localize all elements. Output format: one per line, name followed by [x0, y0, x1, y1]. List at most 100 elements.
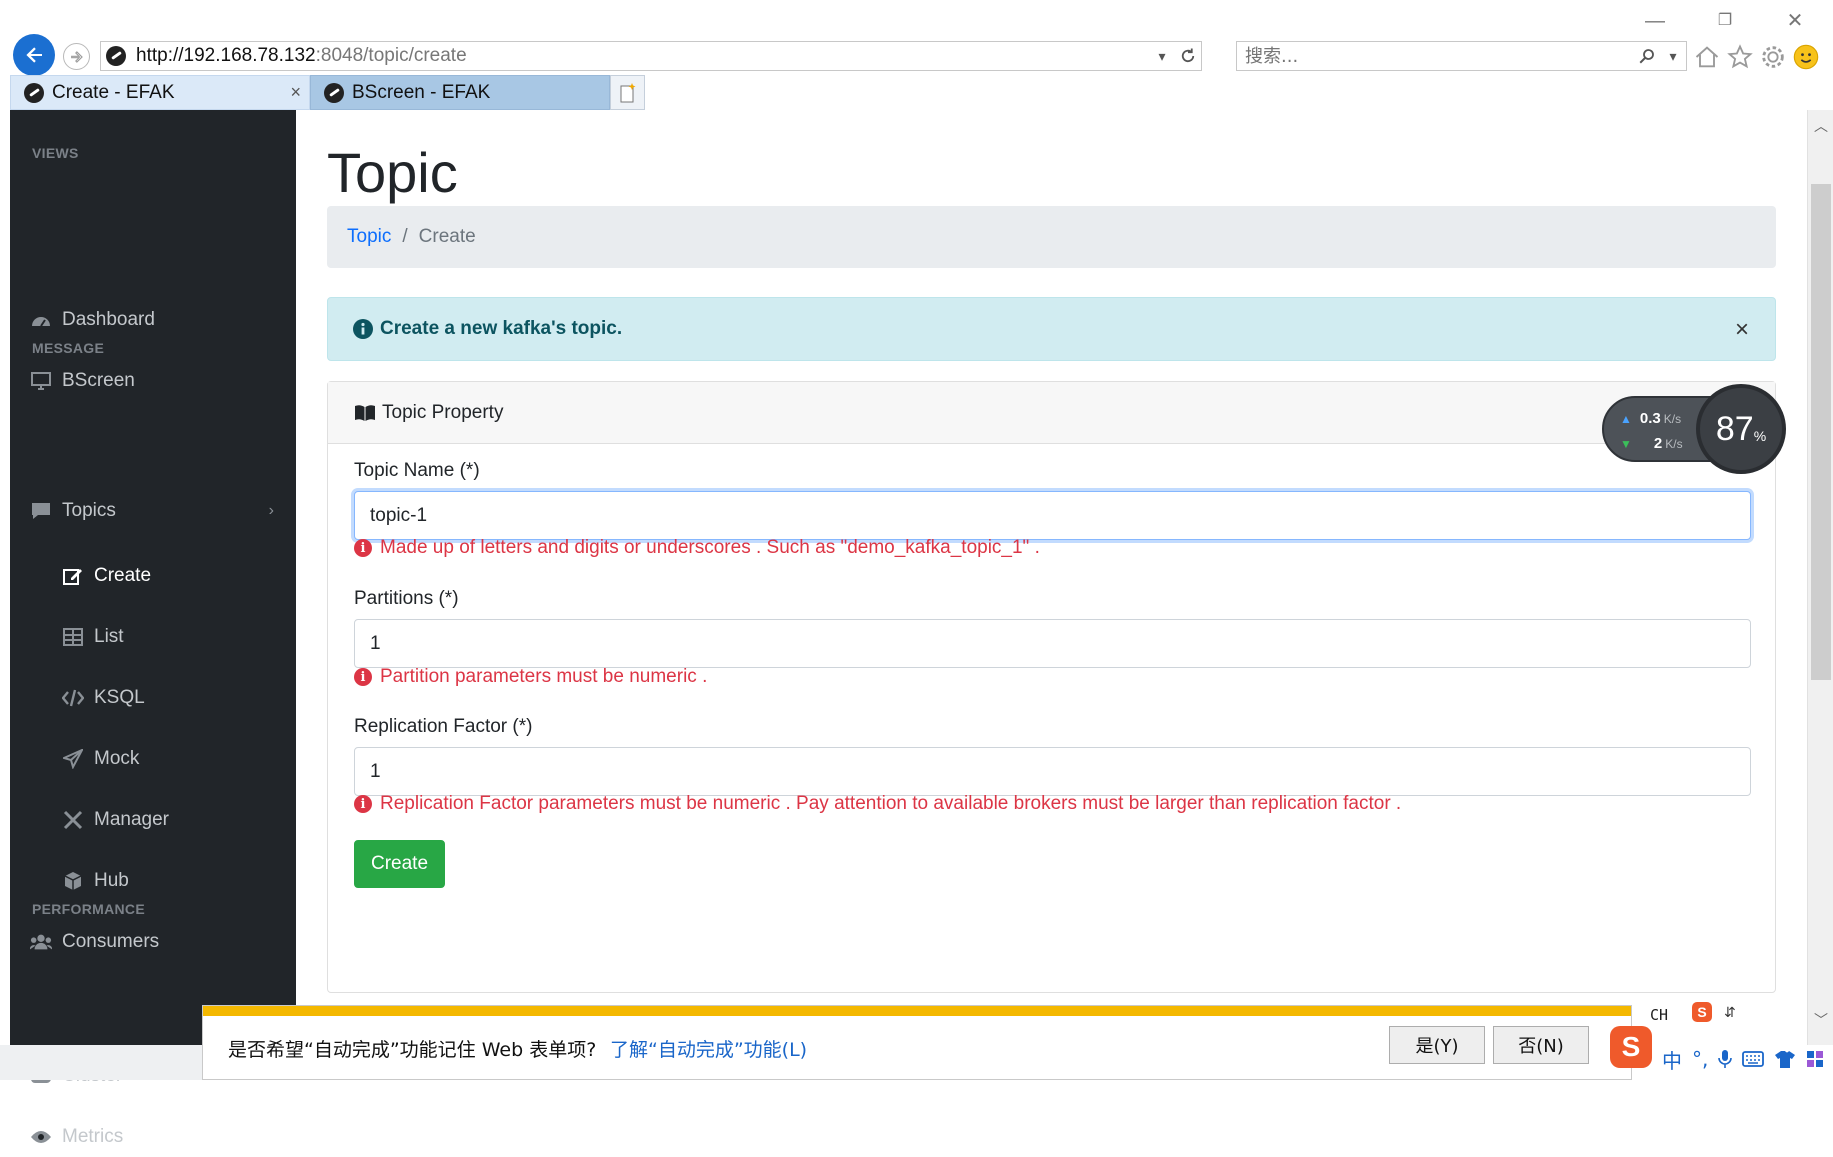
sidebar-item-create[interactable]: Create — [62, 556, 296, 596]
scroll-up-icon[interactable]: ︿ — [1814, 116, 1828, 136]
sidebar-item-label: Mock — [94, 748, 140, 769]
error-text: Replication Factor parameters must be nu… — [380, 793, 1402, 814]
home-icon[interactable] — [1693, 43, 1721, 71]
ime-tray: 中 °, — [1632, 1038, 1833, 1080]
network-speed-widget[interactable]: ▲ 0.3 K/s ▼ 2 K/s 87% — [1602, 384, 1786, 478]
url-text[interactable]: http://192.168.78.132:8048/topic/create — [136, 45, 1149, 67]
keyboard-icon[interactable] — [1742, 1051, 1765, 1067]
ime-toolbar[interactable]: CH S ⇵ S 中 °, — [1610, 998, 1833, 1080]
search-box[interactable]: ▾ — [1236, 41, 1687, 71]
chevron-right-icon: › — [268, 502, 274, 519]
sidebar-item-bscreen[interactable]: BScreen — [30, 361, 296, 401]
notification-learn-more-link[interactable]: 了解“自动完成”功能(L) — [610, 1035, 807, 1062]
sidebar-item-metrics[interactable]: Metrics — [30, 1117, 296, 1157]
yes-button[interactable]: 是(Y) — [1389, 1026, 1485, 1064]
site-favicon-icon — [106, 46, 126, 66]
tab-create-efak[interactable]: Create - EFAK × — [10, 75, 310, 110]
sidebar-item-mock[interactable]: Mock — [62, 739, 296, 779]
breadcrumb: Topic / Create — [327, 206, 1776, 268]
no-button[interactable]: 否(N) — [1493, 1026, 1589, 1064]
search-dropdown-icon[interactable]: ▾ — [1660, 43, 1686, 69]
new-tab-icon — [620, 82, 635, 102]
upload-unit: K/s — [1663, 412, 1682, 426]
smiley-feedback-icon[interactable] — [1792, 43, 1820, 71]
status-strip — [0, 1045, 202, 1080]
topic-property-card: Topic Property Topic Name (*) i Made up … — [327, 381, 1776, 993]
info-alert: Create a new kafka's topic. × — [327, 297, 1776, 361]
sidebar-item-manager[interactable]: Manager — [62, 800, 296, 840]
alert-close-button[interactable]: × — [1735, 316, 1749, 344]
error-circle-icon: i — [354, 539, 372, 557]
address-bar[interactable]: http://192.168.78.132:8048/topic/create … — [100, 41, 1202, 71]
breadcrumb-link-topic[interactable]: Topic — [347, 226, 391, 248]
breadcrumb-separator: / — [402, 226, 408, 247]
ime-punctuation[interactable]: °, — [1692, 1047, 1708, 1071]
refresh-icon[interactable] — [1175, 43, 1201, 69]
ime-menu-icon[interactable]: ⇵ — [1724, 1004, 1736, 1021]
code-icon — [62, 687, 84, 709]
sidebar-item-topics[interactable]: Topics › — [30, 491, 296, 531]
download-speed: ▼ 2 K/s — [1620, 435, 1683, 452]
dashboard-gauge-icon — [30, 309, 52, 331]
restore-button[interactable]: ❐ — [1710, 8, 1740, 34]
partitions-label: Partitions (*) — [354, 588, 459, 609]
ime-language[interactable]: CH — [1650, 1006, 1668, 1024]
partitions-error: i Partition parameters must be numeric . — [354, 666, 707, 688]
notification-text: 是否希望“自动完成”功能记住 Web 表单项? — [228, 1039, 597, 1061]
new-tab-button[interactable] — [610, 75, 645, 110]
sidebar-item-ksql[interactable]: KSQL — [62, 678, 296, 718]
search-input[interactable] — [1237, 45, 1634, 67]
tab-bscreen-efak[interactable]: BScreen - EFAK — [310, 75, 610, 110]
replication-factor-input[interactable] — [354, 747, 1751, 796]
sidebar-item-dashboard[interactable]: Dashboard — [30, 300, 296, 340]
replication-factor-error: i Replication Factor parameters must be … — [354, 793, 1401, 815]
card-header: Topic Property — [328, 382, 1775, 444]
sidebar: VIEWS Dashboard BScreen MESSAGE Topics ›… — [10, 110, 296, 1147]
url-path: :8048/topic/create — [315, 45, 467, 66]
page-scrollbar[interactable]: ︿ ﹀ — [1807, 110, 1833, 1045]
create-button[interactable]: Create — [354, 840, 445, 888]
forward-button[interactable] — [63, 43, 90, 70]
back-button[interactable] — [13, 34, 55, 76]
sidebar-heading-performance: PERFORMANCE — [32, 901, 145, 917]
dropdown-icon[interactable]: ▾ — [1149, 43, 1175, 69]
minimize-button[interactable]: — — [1640, 8, 1670, 34]
sidebar-item-consumers[interactable]: Consumers — [30, 922, 296, 962]
tab-close-button[interactable]: × — [290, 82, 301, 103]
sidebar-item-label: Consumers — [62, 931, 160, 952]
arrow-up-icon: ▲ — [1620, 412, 1632, 426]
breadcrumb-current: Create — [418, 226, 476, 247]
sidebar-item-hub[interactable]: Hub — [62, 861, 296, 901]
download-unit: K/s — [1665, 437, 1683, 451]
microphone-icon[interactable] — [1718, 1049, 1733, 1069]
sidebar-heading-message: MESSAGE — [32, 340, 105, 356]
gauge-percent: 87 — [1715, 409, 1754, 448]
cube-icon — [62, 870, 84, 892]
book-icon — [355, 404, 375, 421]
topic-name-label: Topic Name (*) — [354, 460, 480, 481]
gear-icon[interactable] — [1759, 43, 1787, 71]
sidebar-item-label: Hub — [94, 870, 129, 891]
favorites-star-icon[interactable] — [1726, 43, 1754, 71]
main-content: Topic Topic / Create Create a new kafka'… — [296, 110, 1807, 1045]
topic-name-input[interactable] — [354, 491, 1751, 540]
partitions-input[interactable] — [354, 619, 1751, 668]
search-icon[interactable] — [1634, 43, 1660, 69]
tab-title: Create - EFAK — [52, 81, 175, 103]
scroll-thumb[interactable] — [1811, 184, 1831, 680]
tab-title: BScreen - EFAK — [352, 81, 491, 103]
shirt-skin-icon[interactable] — [1774, 1050, 1796, 1068]
ime-chinese-mode[interactable]: 中 — [1662, 1045, 1682, 1074]
sidebar-item-label: Dashboard — [62, 309, 155, 330]
arrow-left-icon — [26, 47, 42, 63]
sogou-logo-icon[interactable]: S — [1692, 1002, 1712, 1022]
comment-icon — [30, 500, 52, 522]
sidebar-item-list[interactable]: List — [62, 617, 296, 657]
arrow-right-icon — [70, 50, 83, 63]
close-window-button[interactable]: ✕ — [1780, 8, 1810, 34]
sidebar-item-label: Manager — [94, 809, 169, 830]
table-icon — [62, 626, 84, 648]
browser-chrome: — ❐ ✕ http://192.168.78.132:8048/topic/c… — [0, 0, 1833, 110]
alert-message: Create a new kafka's topic. — [380, 318, 623, 339]
apps-grid-icon[interactable] — [1806, 1050, 1824, 1068]
